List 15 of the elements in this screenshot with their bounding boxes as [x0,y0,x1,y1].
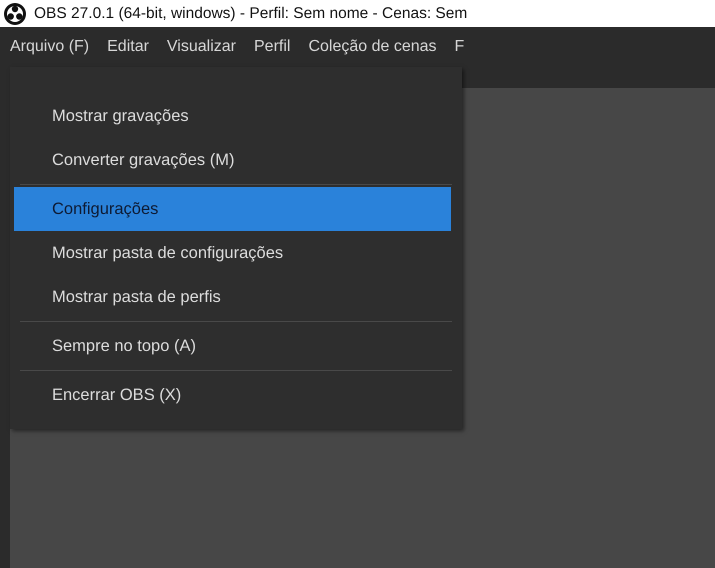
logo-icon [4,2,26,24]
menu-bar-item[interactable]: Perfil [246,32,298,62]
menu-item[interactable]: Mostrar pasta de perfis [14,275,451,319]
menu-bar-item[interactable]: Visualizar [158,32,244,62]
menu-item[interactable]: Configurações [14,187,451,231]
menu-item[interactable]: Mostrar pasta de configurações [14,231,451,275]
menu-bar-item[interactable]: Coleção de cenas [300,32,445,62]
menu-bar-item[interactable]: F [446,32,472,62]
menu-item[interactable]: Encerrar OBS (X) [14,373,451,417]
menu-bar-item[interactable]: Arquivo (F) [2,32,98,62]
menu-item[interactable]: Mostrar gravações [14,94,451,138]
menu-item[interactable]: Sempre no topo (A) [14,324,451,368]
window-title: OBS 27.0.1 (64-bit, windows) - Perfil: Sem nome - Cenas: Sem [34,4,468,22]
menu-item[interactable]: Converter gravações (M) [14,138,451,182]
menu-bar-item[interactable]: Editar [99,32,157,62]
